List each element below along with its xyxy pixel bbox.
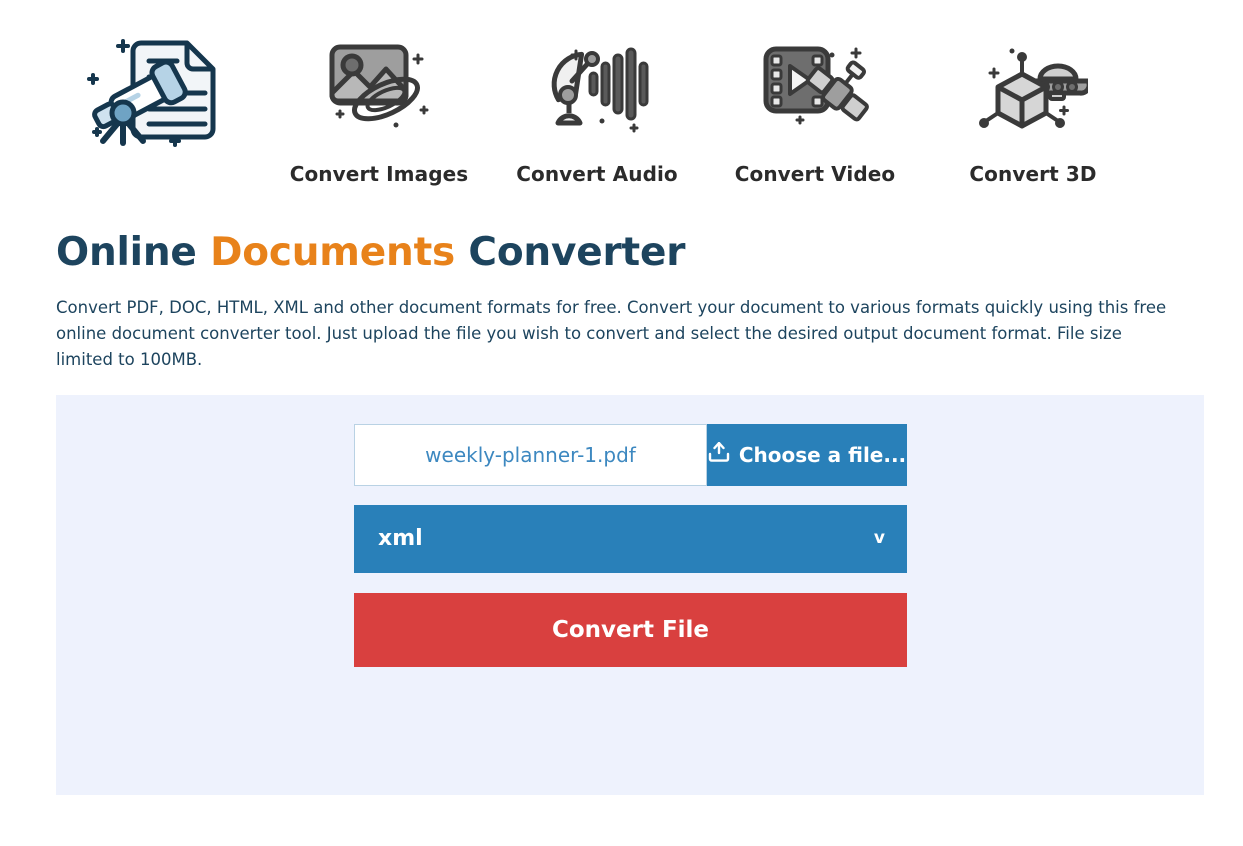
page-title: Online Documents Converter <box>56 232 1187 275</box>
category-label: Convert Images <box>290 162 469 186</box>
page-title-part1: Online <box>56 230 210 275</box>
category-header: Convert Documents C <box>0 0 1243 232</box>
category-label: Convert 3D <box>969 162 1096 186</box>
selected-file-name[interactable]: weekly-planner-1.pdf <box>354 424 707 486</box>
choose-file-button[interactable]: Choose a file... <box>707 424 907 486</box>
category-video[interactable]: Convert Video <box>706 22 924 186</box>
chevron-down-icon: v <box>874 530 885 547</box>
converter-panel: weekly-planner-1.pdf Choose a file... xm… <box>56 395 1204 795</box>
cube-ufo-icon <box>978 22 1088 152</box>
category-documents[interactable]: Convert Documents <box>56 22 270 162</box>
choose-file-label: Choose a file... <box>739 443 906 467</box>
main-content: Online Documents Converter Convert PDF, … <box>0 232 1243 795</box>
filmstrip-satellite-icon <box>760 22 870 152</box>
category-images[interactable]: Convert Images <box>270 22 488 186</box>
output-format-value: xml <box>378 526 874 551</box>
page-title-accent: Documents <box>210 230 455 275</box>
convert-file-button[interactable]: Convert File <box>354 593 907 667</box>
photo-galaxy-icon <box>324 22 434 152</box>
output-format-select[interactable]: xml v <box>354 505 907 573</box>
telescope-document-icon <box>77 22 249 152</box>
page-title-part2: Converter <box>455 230 685 275</box>
upload-icon <box>708 442 730 467</box>
category-label: Convert Audio <box>516 162 678 186</box>
file-picker-row: weekly-planner-1.pdf Choose a file... <box>354 424 907 486</box>
page-description: Convert PDF, DOC, HTML, XML and other do… <box>56 295 1181 373</box>
category-audio[interactable]: Convert Audio <box>488 22 706 186</box>
category-label: Convert Video <box>735 162 896 186</box>
satellite-dish-soundwave-icon <box>542 22 652 152</box>
converter-form: weekly-planner-1.pdf Choose a file... xm… <box>354 424 907 667</box>
category-3d[interactable]: Convert 3D <box>924 22 1142 186</box>
category-strip: Convert Documents C <box>0 0 1243 186</box>
